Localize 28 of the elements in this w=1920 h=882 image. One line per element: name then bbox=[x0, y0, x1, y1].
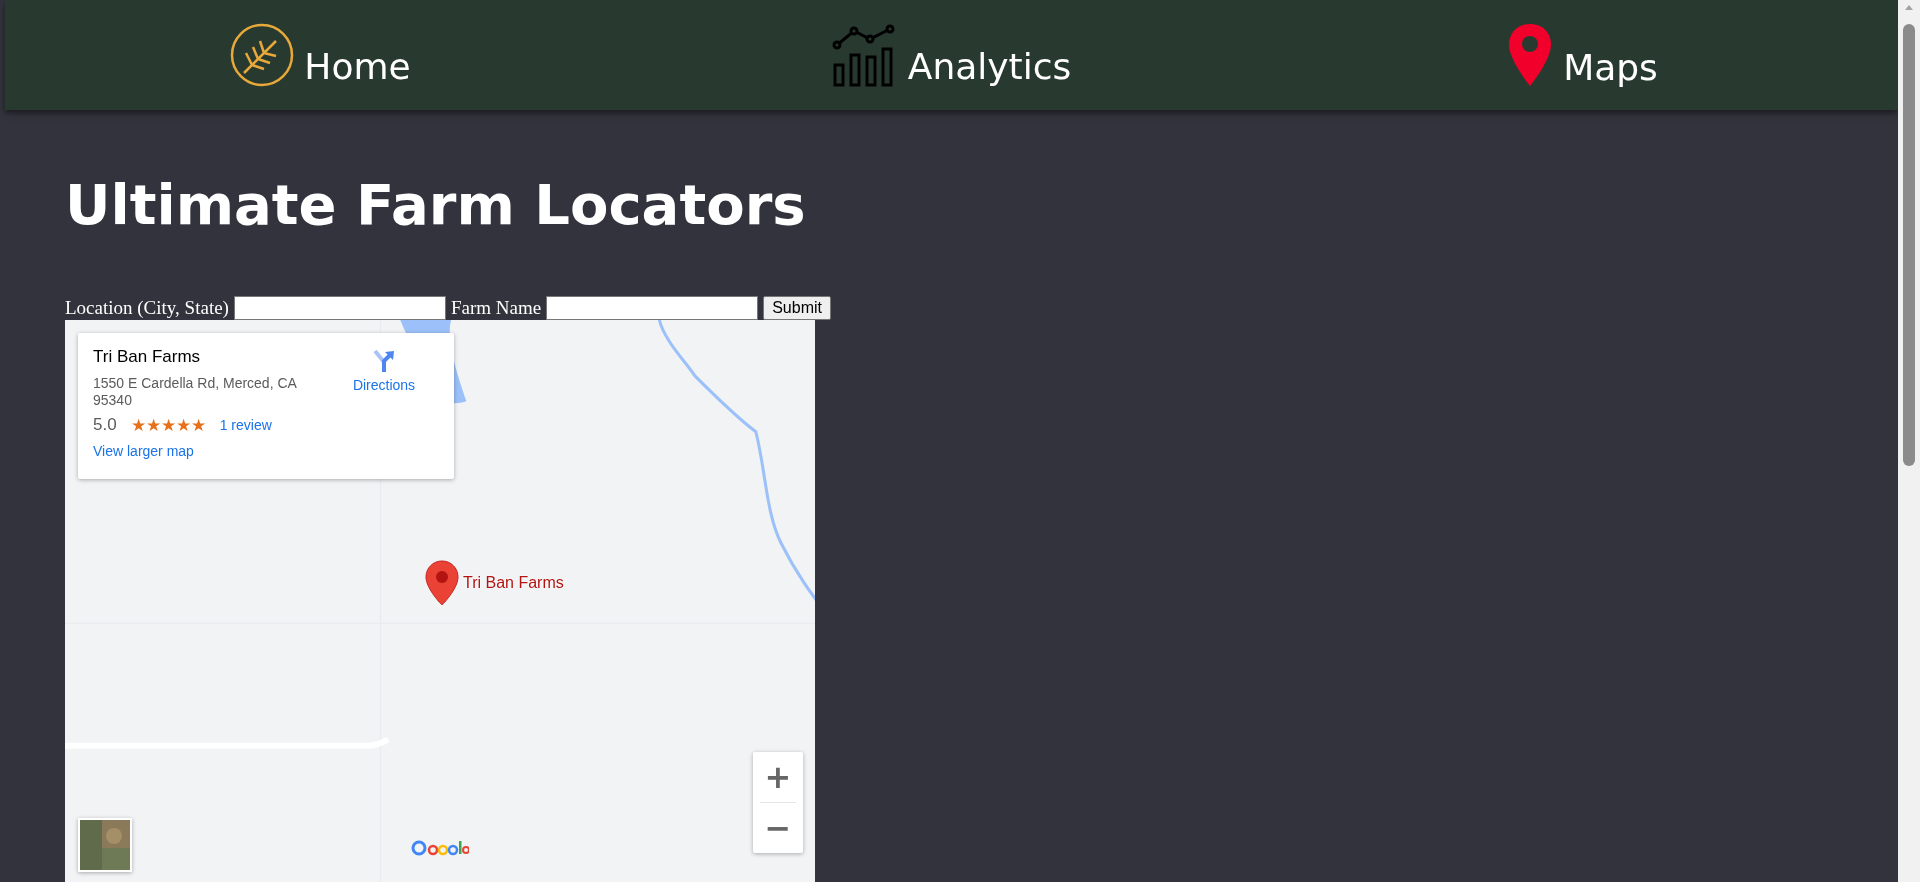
map-type-button[interactable] bbox=[78, 818, 132, 873]
reviews-link[interactable]: 1 review bbox=[219, 417, 272, 434]
zoom-out-button[interactable]: − bbox=[753, 803, 803, 854]
zoom-in-button[interactable]: + bbox=[753, 752, 803, 803]
nav-link[interactable]: Analytics bbox=[636, 23, 1267, 87]
nav-link[interactable]: Home bbox=[5, 23, 636, 87]
star-icon: ★ bbox=[130, 416, 146, 434]
star-icon: ★ bbox=[175, 416, 191, 434]
directions-icon bbox=[372, 349, 396, 374]
submit-button[interactable]: Submit bbox=[763, 296, 831, 321]
star-icon: ★ bbox=[145, 416, 161, 434]
marker-label: Tri Ban Farms bbox=[463, 574, 564, 593]
input-field[interactable] bbox=[546, 296, 759, 321]
star-icon: ★ bbox=[190, 416, 206, 434]
input-field[interactable] bbox=[233, 296, 446, 321]
nav-link[interactable]: Maps bbox=[1267, 22, 1898, 88]
field-label: Farm Name bbox=[450, 297, 542, 320]
place-address: 1550 E Cardella Rd, Merced, CA 95340 bbox=[93, 375, 298, 410]
larger-map-link[interactable]: View larger map bbox=[93, 443, 329, 460]
star-icon: ★ bbox=[160, 416, 176, 434]
rating-value: 5.0 bbox=[93, 415, 117, 436]
place-name: Tri Ban Farms bbox=[93, 347, 202, 368]
field-label: Location (City, State) bbox=[65, 297, 229, 320]
map-pin-icon bbox=[1507, 22, 1554, 88]
page-title: Ultimate Farm Locators bbox=[65, 171, 807, 239]
directions-link[interactable]: Directions bbox=[352, 347, 416, 394]
wheat-icon bbox=[230, 23, 295, 87]
map-marker-icon[interactable] bbox=[425, 560, 459, 607]
